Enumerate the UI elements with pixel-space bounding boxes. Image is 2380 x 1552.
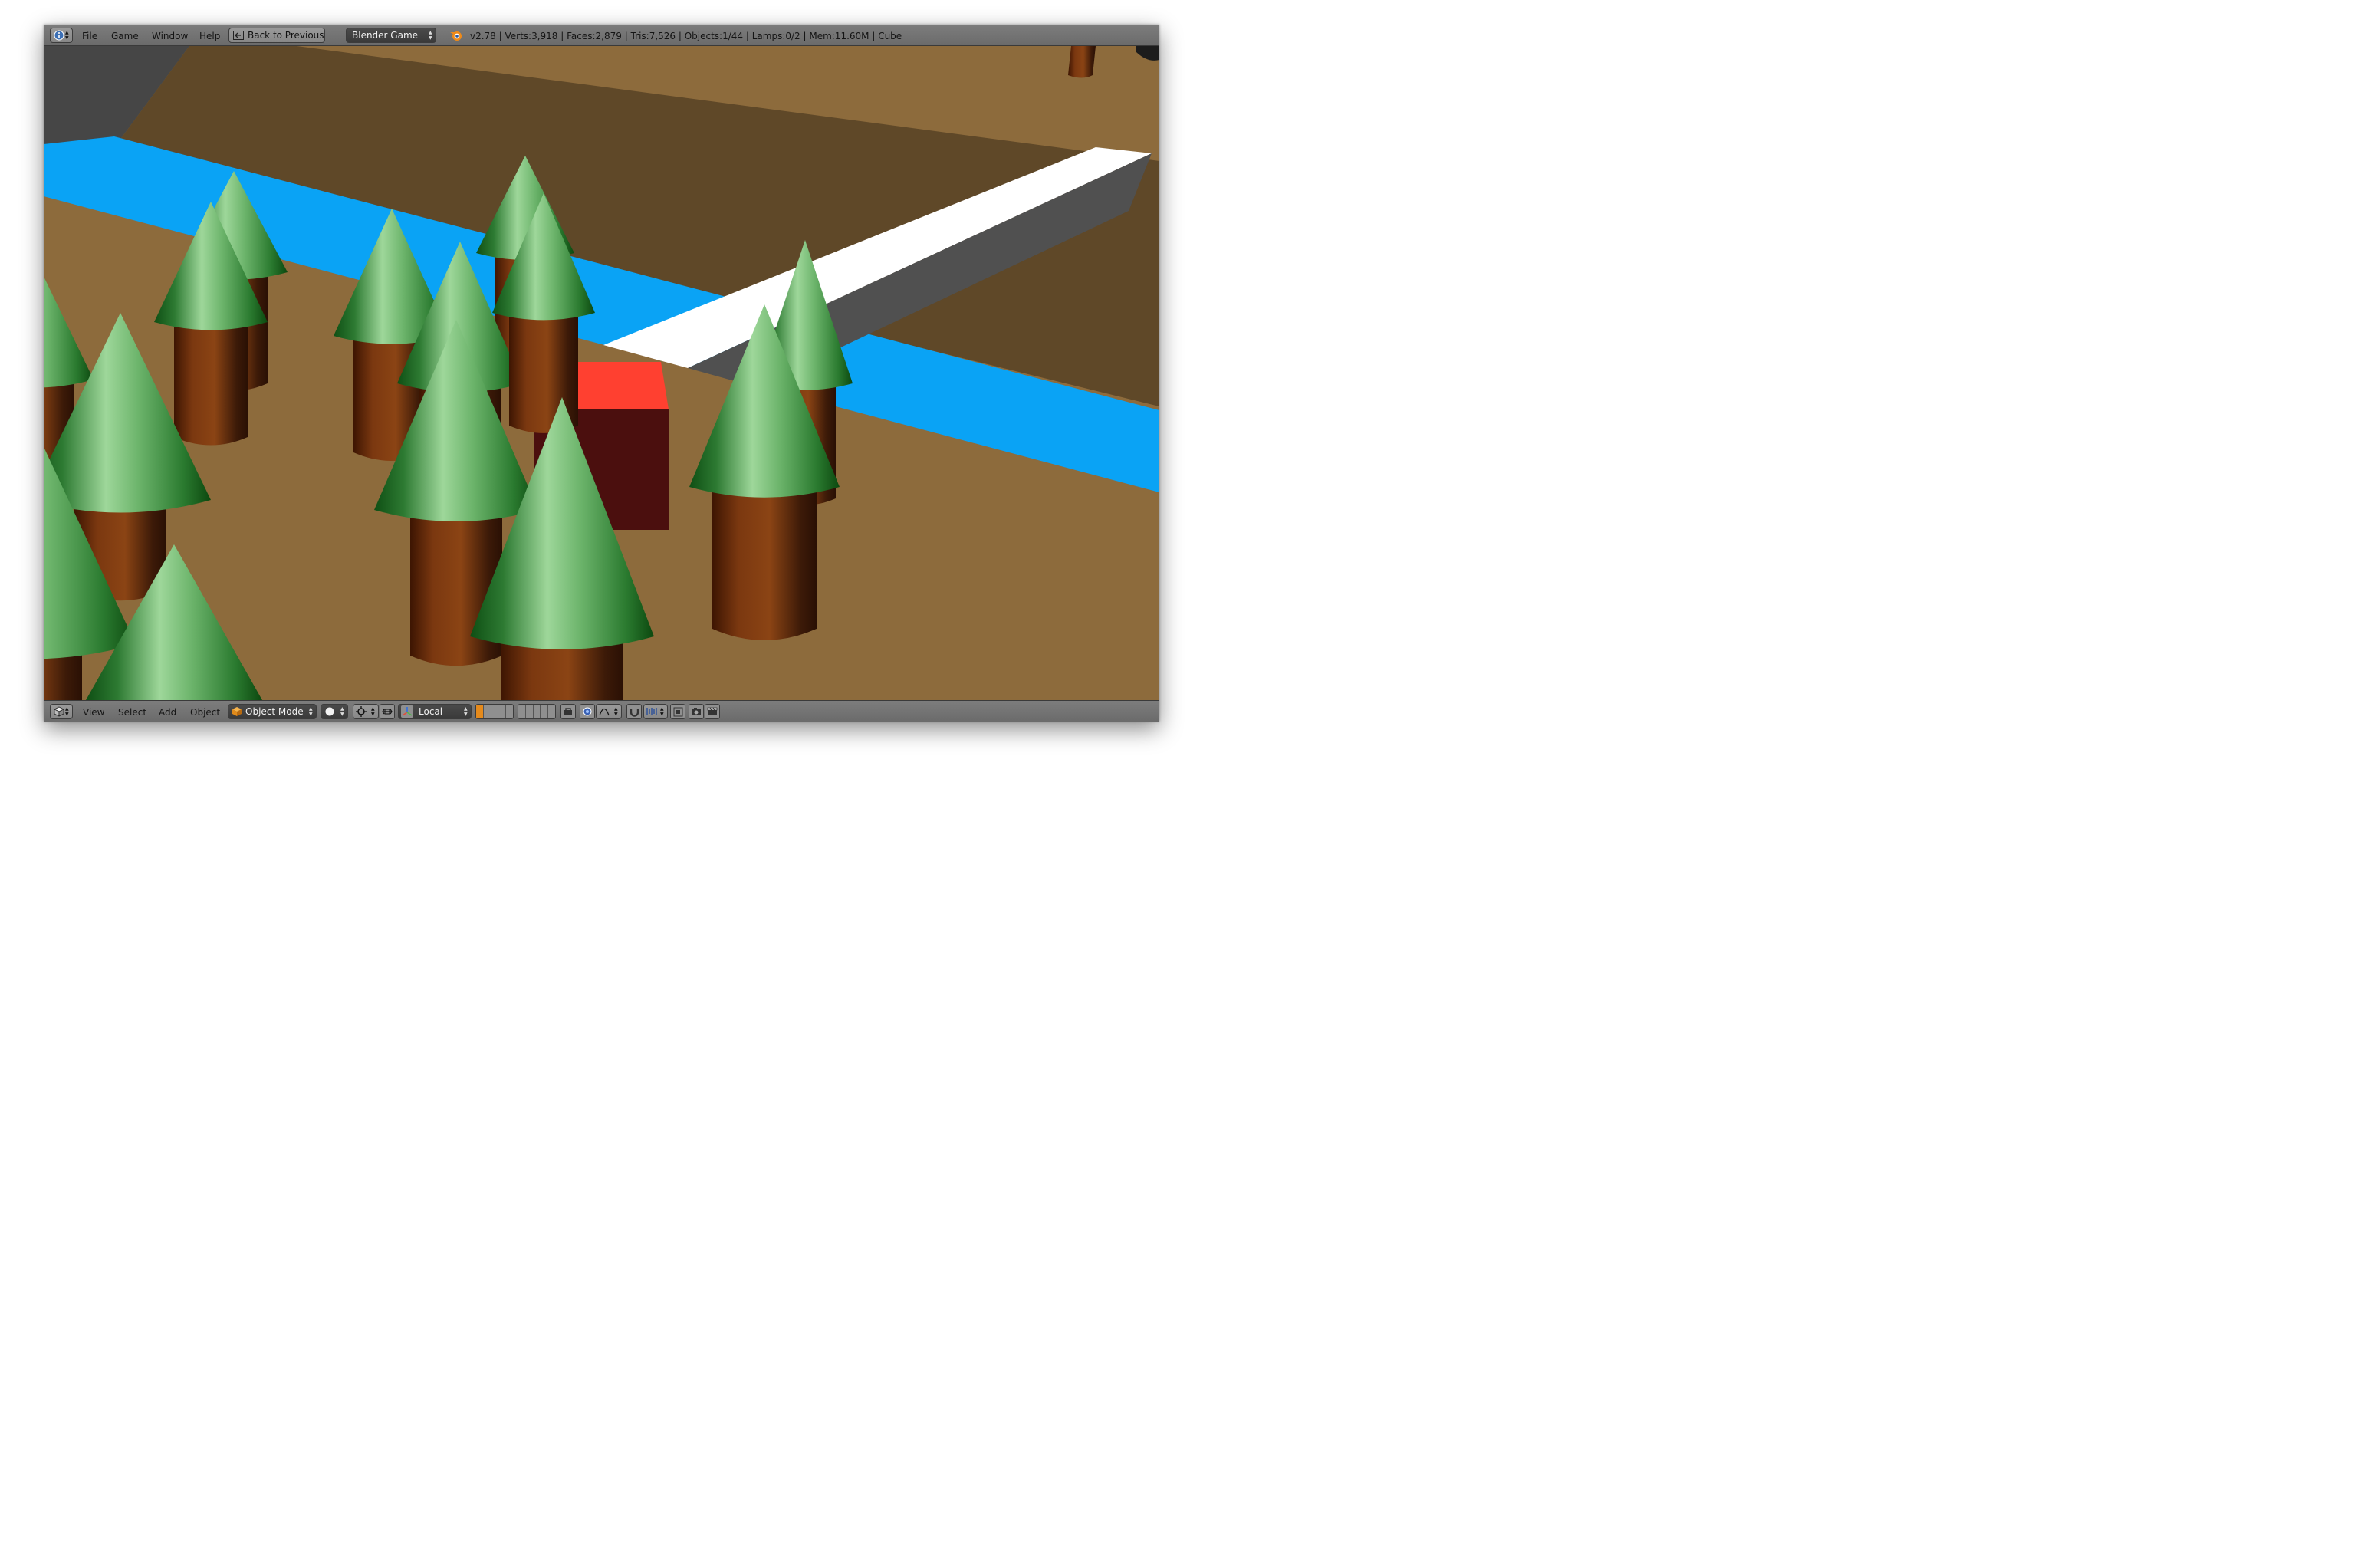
info-header: ▲ ▼ File Game Window Help Back to Previou… [44, 25, 1159, 46]
shading-select[interactable]: ▲ ▼ [321, 704, 348, 719]
menu-window[interactable]: Window [152, 31, 188, 41]
back-to-previous-button[interactable]: Back to Previous [228, 28, 325, 43]
menu-game[interactable]: Game [111, 31, 139, 41]
menu-file[interactable]: File [82, 31, 97, 41]
mode-select-value: Object Mode [245, 706, 304, 717]
manipulator-toggle[interactable] [380, 704, 395, 719]
updown-arrows-icon: ▲ ▼ [340, 706, 344, 717]
snap-increment-icon [646, 708, 657, 715]
orientation-select-value: Local [419, 706, 443, 717]
snap-toggle[interactable] [626, 704, 642, 719]
blender-logo-icon [450, 31, 462, 41]
menu-select[interactable]: Select [118, 707, 146, 718]
distant-trunk [1068, 46, 1096, 78]
opengl-animation-button[interactable] [705, 704, 720, 719]
menu-help[interactable]: Help [199, 31, 220, 41]
snap-target-icon [673, 707, 682, 716]
back-arrow-icon [233, 31, 244, 40]
tree-trunk [712, 484, 817, 640]
camera-render-icon [692, 708, 701, 715]
menu-add[interactable]: Add [159, 707, 176, 718]
clapperboard-icon [707, 707, 718, 715]
mode-select[interactable]: Object Mode ▲ ▼ [228, 704, 317, 719]
layer-buttons-right[interactable] [518, 704, 556, 719]
lock-layers-icon [564, 708, 572, 715]
manipulator-icon [382, 709, 393, 715]
engine-select-value: Blender Game [352, 30, 419, 41]
blender-window: ▲ ▼ File Game Window Help Back to Previou… [44, 25, 1159, 722]
scene-statistics: v2.78 | Verts:3,918 | Faces:2,879 | Tris… [470, 31, 902, 41]
proportional-edit-icon [583, 707, 592, 716]
3d-viewport[interactable] [44, 46, 1159, 700]
transform-axes-icon [401, 705, 413, 718]
cube-view-icon [54, 706, 64, 717]
editor-type-button[interactable]: ▲ ▼ [50, 704, 73, 719]
tree-trunk [174, 319, 248, 446]
layer-buttons-left[interactable] [475, 704, 514, 719]
updown-arrows-icon: ▲ ▼ [371, 706, 375, 717]
pivot-select[interactable]: ▲ ▼ [353, 704, 379, 719]
tree-trunk [410, 507, 502, 666]
magnet-icon [630, 708, 639, 717]
updown-arrows-icon: ▲ ▼ [464, 706, 468, 717]
orientation-select[interactable]: Local ▲ ▼ [398, 704, 472, 719]
info-icon [54, 30, 64, 41]
menu-object[interactable]: Object [190, 707, 220, 718]
updown-arrows-icon: ▲ ▼ [309, 706, 313, 717]
object-cube-icon [232, 707, 242, 716]
3d-view-header: ▲ ▼ View Select Add Object Object Mode ▲ ▼… [44, 700, 1159, 722]
lock-camera-toggle[interactable] [560, 704, 576, 719]
snap-element-select[interactable]: ▲ ▼ [643, 704, 668, 719]
proportional-edit-toggle[interactable] [580, 704, 595, 719]
menu-view[interactable]: View [83, 707, 104, 718]
pivot-point-icon [356, 706, 367, 717]
engine-select[interactable]: Blender Game ▲ ▼ [346, 28, 436, 43]
back-to-previous-label: Back to Previous [248, 30, 324, 41]
falloff-select[interactable]: ▲ ▼ [596, 704, 622, 719]
updown-arrows-icon: ▲ ▼ [660, 706, 664, 717]
opengl-render-button[interactable] [689, 704, 704, 719]
game-scene[interactable] [44, 46, 1159, 700]
editor-type-button[interactable]: ▲ ▼ [50, 28, 73, 43]
updown-arrows-icon: ▲ ▼ [429, 30, 432, 41]
falloff-curve-icon [599, 708, 610, 716]
updown-arrows-icon: ▲ ▼ [65, 30, 69, 41]
updown-arrows-icon: ▲ ▼ [65, 706, 69, 717]
solid-sphere-icon [325, 707, 334, 716]
updown-arrows-icon: ▲ ▼ [614, 706, 618, 717]
snap-target-toggle[interactable] [670, 704, 685, 719]
